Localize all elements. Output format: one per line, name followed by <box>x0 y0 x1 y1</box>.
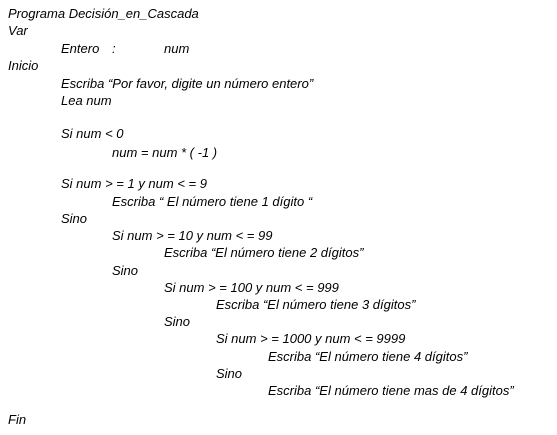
read-statement: Lea num <box>61 93 112 108</box>
var-colon: : <box>112 41 116 56</box>
write-four-digit: Escriba “El número tiene 4 dígitos” <box>268 349 468 364</box>
else-keyword-4: Sino <box>216 366 243 381</box>
write-two-digit: Escriba “El número tiene 2 dígitos” <box>164 245 364 260</box>
else-keyword-1: Sino <box>61 211 88 226</box>
begin-keyword: Inicio <box>8 58 39 73</box>
write-more-digits: Escriba “El número tiene mas de 4 dígito… <box>268 383 514 398</box>
end-keyword: Fin <box>8 412 27 427</box>
if-two-digit-condition: Si num > = 10 y num < = 99 <box>112 228 273 243</box>
else-keyword-3: Sino <box>164 314 191 329</box>
program-header: Programa Decisión_en_Cascada <box>8 6 199 21</box>
var-keyword: Var <box>8 23 28 38</box>
if-three-digit-condition: Si num > = 100 y num < = 999 <box>164 280 339 295</box>
negate-assignment: num = num * ( -1 ) <box>112 145 218 160</box>
write-one-digit: Escriba “ El número tiene 1 dígito “ <box>112 194 313 209</box>
else-keyword-2: Sino <box>112 263 139 278</box>
if-negative-condition: Si num < 0 <box>61 126 124 141</box>
var-name: num <box>164 41 190 56</box>
var-type: Entero <box>61 41 100 56</box>
if-one-digit-condition: Si num > = 1 y num < = 9 <box>61 176 207 191</box>
write-three-digit: Escriba “El número tiene 3 dígitos” <box>216 297 416 312</box>
prompt-statement: Escriba “Por favor, digite un número ent… <box>61 76 314 91</box>
if-four-digit-condition: Si num > = 1000 y num < = 9999 <box>216 331 406 346</box>
